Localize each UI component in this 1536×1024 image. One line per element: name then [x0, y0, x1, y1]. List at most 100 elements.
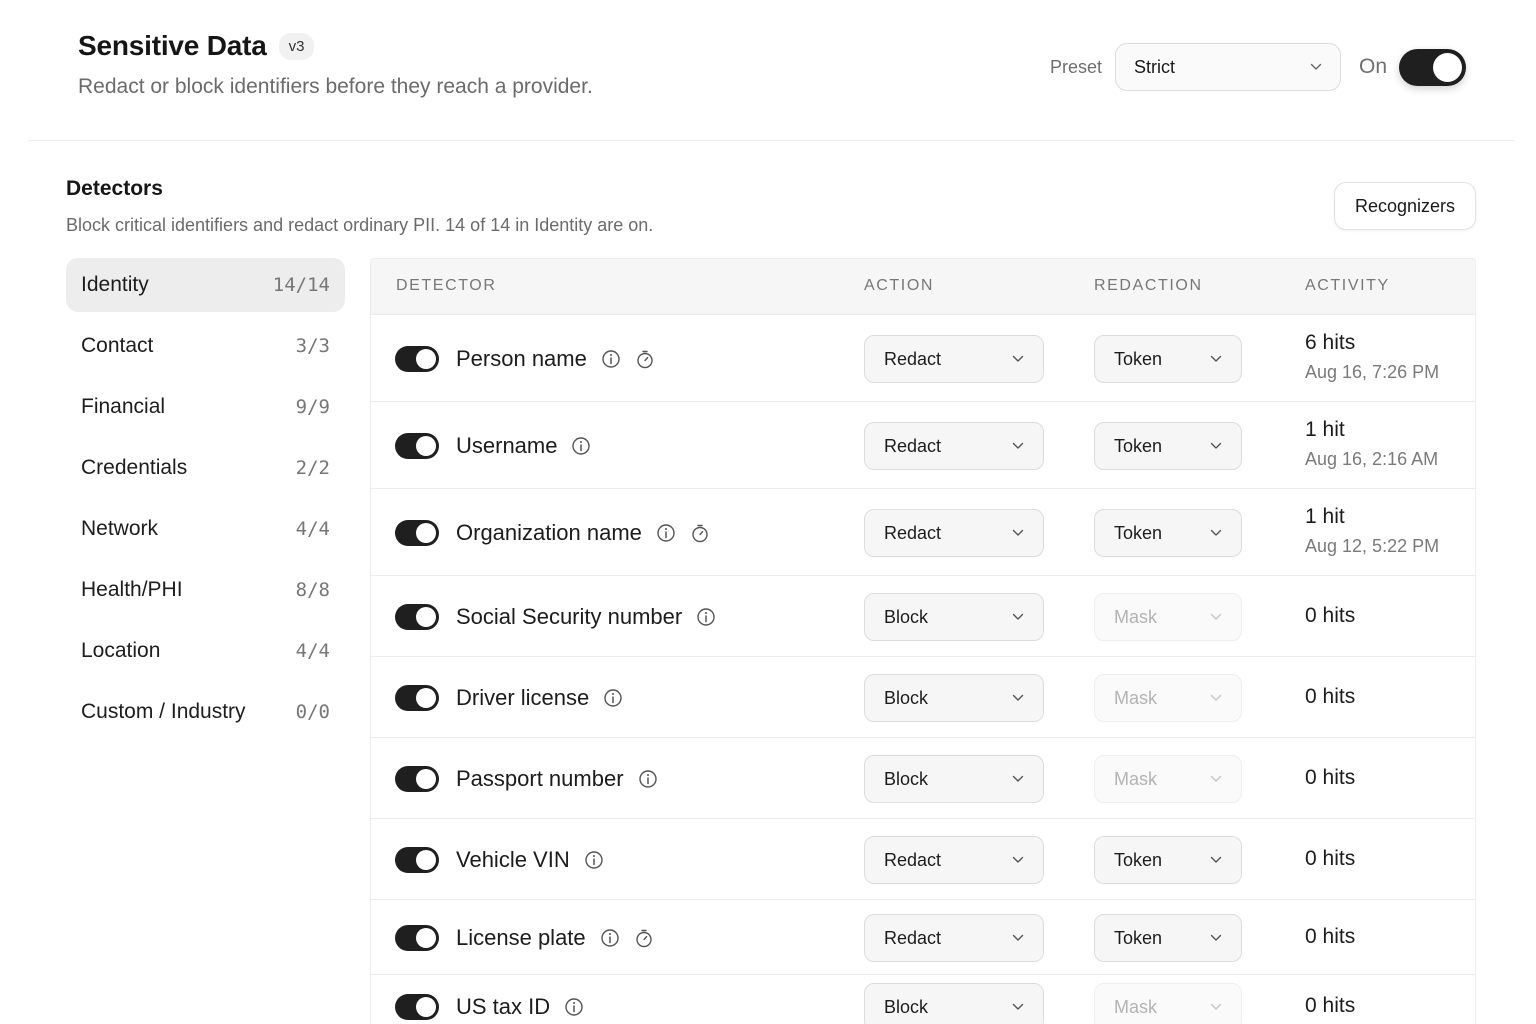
- chevron-down-icon: [1210, 929, 1222, 947]
- page-header: Sensitive Data v3 Redact or block identi…: [0, 0, 1536, 141]
- action-select[interactable]: Redact: [864, 914, 1044, 962]
- column-header-activity: ACTIVITY: [1305, 277, 1390, 294]
- chevron-down-icon: [1210, 350, 1222, 368]
- detector-enabled-toggle[interactable]: [395, 604, 439, 630]
- redaction-select[interactable]: Token: [1094, 836, 1242, 884]
- page-subtitle: Redact or block identifiers before they …: [78, 75, 593, 98]
- sidebar-item-label: Identity: [81, 273, 149, 296]
- detector-enabled-toggle[interactable]: [395, 433, 439, 459]
- action-select[interactable]: Block: [864, 674, 1044, 722]
- toggle-knob: [416, 688, 436, 708]
- redaction-value: Mask: [1114, 768, 1158, 789]
- timer-icon[interactable]: [690, 523, 710, 543]
- recognizers-button[interactable]: Recognizers: [1334, 182, 1476, 230]
- chevron-down-icon: [1210, 437, 1222, 455]
- chevron-down-icon: [1012, 524, 1024, 542]
- action-select[interactable]: Redact: [864, 836, 1044, 884]
- toggle-knob: [416, 436, 436, 456]
- chevron-down-icon: [1012, 608, 1024, 626]
- toggle-knob: [416, 850, 436, 870]
- activity-cell: 0 hits: [1305, 847, 1355, 871]
- sidebar-item-location[interactable]: Location 4/4: [66, 624, 345, 678]
- table-row: Username Redact Token 1 hit Aug 16, 2:16…: [371, 402, 1475, 489]
- sidebar-item-custom-industry[interactable]: Custom / Industry 0/0: [66, 685, 345, 739]
- sidebar-item-financial[interactable]: Financial 9/9: [66, 380, 345, 434]
- detector-name: Person name: [456, 346, 587, 371]
- action-select[interactable]: Block: [864, 755, 1044, 803]
- detector-name: Driver license: [456, 685, 590, 710]
- sidebar-item-count: 14/14: [272, 274, 330, 296]
- info-icon[interactable]: [600, 928, 620, 948]
- hit-count: 0 hits: [1305, 847, 1356, 870]
- redaction-value: Token: [1114, 849, 1163, 870]
- toggle-knob: [1433, 52, 1462, 82]
- chevron-down-icon: [1310, 58, 1322, 76]
- feature-enabled-toggle[interactable]: [1399, 48, 1466, 86]
- action-select[interactable]: Redact: [864, 422, 1044, 470]
- redaction-value: Token: [1114, 348, 1163, 369]
- detector-enabled-toggle[interactable]: [395, 847, 439, 873]
- chevron-down-icon: [1012, 437, 1024, 455]
- chevron-down-icon: [1210, 770, 1222, 788]
- detector-enabled-toggle[interactable]: [395, 766, 439, 792]
- sidebar-item-network[interactable]: Network 4/4: [66, 502, 345, 556]
- redaction-select[interactable]: Token: [1094, 335, 1242, 383]
- info-icon[interactable]: [601, 349, 621, 369]
- info-icon[interactable]: [656, 523, 676, 543]
- sidebar-item-health-phi[interactable]: Health/PHI 8/8: [66, 563, 345, 617]
- column-header-detector: DETECTOR: [396, 277, 497, 294]
- redaction-select[interactable]: Token: [1094, 914, 1242, 962]
- category-sidebar: Identity 14/14 Contact 3/3 Financial 9/9 Crede…: [66, 258, 345, 746]
- sidebar-item-label: Financial: [81, 395, 166, 418]
- detector-enabled-toggle[interactable]: [395, 685, 439, 711]
- section-title: Detectors: [66, 177, 163, 200]
- detector-enabled-toggle[interactable]: [395, 994, 439, 1020]
- action-value: Redact: [884, 435, 942, 456]
- table-header: DETECTOR ACTION REDACTION ACTIVITY: [371, 259, 1475, 315]
- detector-enabled-toggle[interactable]: [395, 346, 439, 372]
- action-select[interactable]: Block: [864, 593, 1044, 641]
- activity-cell: 0 hits: [1305, 925, 1355, 949]
- detector-enabled-toggle[interactable]: [395, 520, 439, 546]
- last-hit-time: Aug 16, 7:26 PM: [1305, 362, 1440, 382]
- detector-enabled-toggle[interactable]: [395, 925, 439, 951]
- sidebar-item-identity[interactable]: Identity 14/14: [66, 258, 345, 312]
- info-icon[interactable]: [638, 769, 658, 789]
- timer-icon[interactable]: [634, 928, 654, 948]
- sidebar-item-label: Credentials: [81, 456, 188, 479]
- hit-count: 6 hits: [1305, 331, 1356, 354]
- activity-cell: 0 hits: [1305, 766, 1355, 790]
- chevron-down-icon: [1012, 929, 1024, 947]
- sidebar-item-count: 8/8: [295, 579, 330, 601]
- redaction-select[interactable]: Token: [1094, 422, 1242, 470]
- preset-select[interactable]: Strict: [1114, 43, 1341, 91]
- action-value: Redact: [884, 927, 942, 948]
- hit-count: 1 hit: [1305, 418, 1345, 441]
- timer-icon[interactable]: [635, 349, 655, 369]
- sidebar-item-credentials[interactable]: Credentials 2/2: [66, 441, 345, 495]
- hit-count: 0 hits: [1305, 925, 1356, 948]
- redaction-select[interactable]: Token: [1094, 509, 1242, 557]
- toggle-knob: [416, 349, 436, 369]
- info-icon[interactable]: [603, 688, 623, 708]
- action-select[interactable]: Redact: [864, 509, 1044, 557]
- header-controls: Preset Strict On: [1050, 43, 1466, 91]
- redaction-select: Mask: [1094, 593, 1242, 641]
- chevron-down-icon: [1012, 350, 1024, 368]
- sidebar-item-count: 2/2: [295, 457, 330, 479]
- detector-name: Username: [456, 433, 558, 458]
- action-select[interactable]: Block: [864, 983, 1044, 1024]
- info-icon[interactable]: [571, 436, 591, 456]
- redaction-select: Mask: [1094, 755, 1242, 803]
- info-icon[interactable]: [696, 607, 716, 627]
- header-divider: [28, 140, 1514, 141]
- action-value: Block: [884, 996, 929, 1017]
- info-icon[interactable]: [584, 850, 604, 870]
- redaction-select: Mask: [1094, 674, 1242, 722]
- chevron-down-icon: [1210, 689, 1222, 707]
- action-select[interactable]: Redact: [864, 335, 1044, 383]
- activity-cell: 6 hits Aug 16, 7:26 PM: [1305, 331, 1439, 383]
- last-hit-time: Aug 16, 2:16 AM: [1305, 449, 1439, 469]
- sidebar-item-contact[interactable]: Contact 3/3: [66, 319, 345, 373]
- info-icon[interactable]: [564, 997, 584, 1017]
